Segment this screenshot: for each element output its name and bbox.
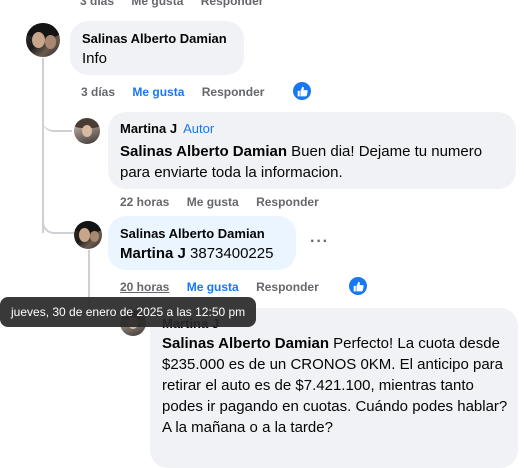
comment-text: Info [82,50,108,67]
reply-link[interactable]: Responder [256,280,319,294]
like-reaction-icon[interactable] [349,277,367,295]
top-meta-partial: 3 días Me gusta Responder [80,0,277,8]
mention-link[interactable]: Martina J [120,245,186,262]
timestamp-tooltip: jueves, 30 de enero de 2025 a las 12:50 … [0,297,257,327]
thread-connector-1 [42,108,72,132]
comment-text: Salinas Alberto Damian Perfecto! La cuot… [162,333,512,438]
comment-author[interactable]: Salinas Alberto Damian [120,226,265,241]
avatar[interactable] [74,118,100,144]
like-link[interactable]: Me gusta [187,195,239,209]
comment-text: Martina J 3873400225 [120,243,300,264]
time-label[interactable]: 20 horas [120,280,169,294]
comment-body: 3873400225 [185,245,274,262]
comment-meta: 3 días Me gusta Responder [81,85,278,99]
like-link[interactable]: Me gusta [131,0,183,8]
thread-line-main [42,58,44,233]
time-label[interactable]: 3 días [80,0,114,8]
like-link[interactable]: Me gusta [132,85,184,99]
like-link[interactable]: Me gusta [187,280,239,294]
mention-link[interactable]: Salinas Alberto Damian [120,143,287,160]
author-badge: Autor [183,121,215,136]
avatar[interactable] [26,23,60,57]
like-reaction-icon[interactable] [293,82,311,100]
more-options-icon[interactable]: ··· [310,233,329,251]
comment-meta: 20 horas Me gusta Responder [120,280,333,294]
reply-link[interactable]: Responder [256,195,319,209]
comment-author[interactable]: Martina J Autor [120,121,214,136]
comment-author[interactable]: Salinas Alberto Damian [82,31,227,46]
comment-meta: 22 horas Me gusta Responder [120,195,333,209]
comment-text: Salinas Alberto Damian Buen dia! Dejame … [120,141,500,183]
thread-connector-2 [42,210,74,234]
time-label[interactable]: 3 días [81,85,115,99]
reply-link[interactable]: Responder [202,85,265,99]
time-label[interactable]: 22 horas [120,195,169,209]
mention-link[interactable]: Salinas Alberto Damian [162,335,329,352]
author-name[interactable]: Martina J [120,121,177,136]
avatar[interactable] [74,221,102,249]
reply-link[interactable]: Responder [201,0,264,8]
